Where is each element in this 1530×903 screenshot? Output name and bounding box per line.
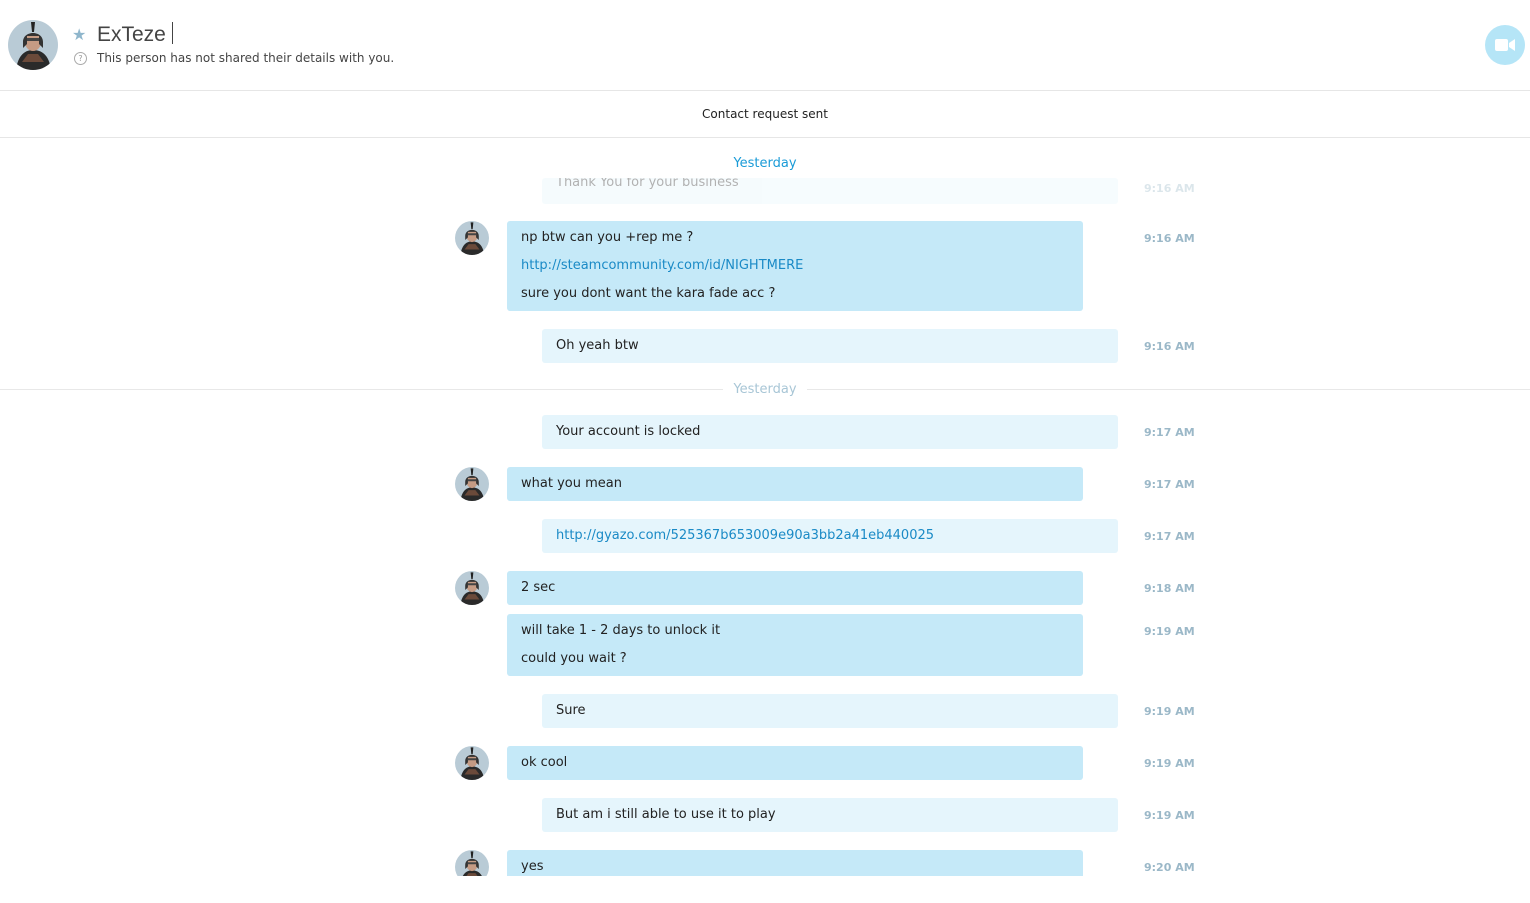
message-text: yes: [521, 859, 544, 874]
conversation-header: ★ ExTeze ? This person has not shared th…: [0, 0, 1530, 91]
message-link[interactable]: http://steamcommunity.com/id/NIGHTMERE: [521, 252, 1069, 280]
contact-request-banner: Contact request sent: [0, 91, 1530, 138]
message-time: 9:19 AM: [1144, 625, 1195, 638]
message-text: np btw can you +rep me ?: [521, 230, 694, 245]
message-bubble-received[interactable]: np btw can you +rep me ? http://steamcom…: [507, 221, 1083, 311]
sender-avatar[interactable]: [455, 221, 489, 255]
message-text: Oh yeah btw: [556, 338, 639, 353]
contact-request-text: Contact request sent: [702, 107, 828, 121]
video-call-button[interactable]: [1485, 25, 1525, 65]
message-text: But am i still able to use it to play: [556, 807, 776, 822]
contact-name[interactable]: ExTeze: [97, 22, 173, 47]
message-time: 9:17 AM: [1144, 426, 1195, 439]
message-text: Sure: [556, 703, 586, 718]
message-text: 2 sec: [521, 580, 556, 595]
help-icon[interactable]: ?: [74, 52, 87, 65]
text-caret: [171, 22, 173, 44]
message-bubble-received[interactable]: yes: [507, 850, 1083, 876]
message-time: 9:16 AM: [1144, 232, 1195, 245]
sender-avatar[interactable]: [455, 467, 489, 501]
message-bubble-received[interactable]: what you mean: [507, 467, 1083, 501]
day-separator: Yesterday: [0, 156, 1530, 171]
message-bubble-received[interactable]: will take 1 - 2 days to unlock it could …: [507, 614, 1083, 676]
message-time: 9:19 AM: [1144, 757, 1195, 770]
contact-name-text: ExTeze: [97, 23, 166, 46]
sender-avatar[interactable]: [455, 746, 489, 780]
message-text: ok cool: [521, 755, 568, 770]
day-label: Yesterday: [723, 382, 807, 397]
message-bubble-sent[interactable]: Sure: [542, 694, 1118, 728]
message-time: 9:19 AM: [1144, 705, 1195, 718]
day-separator: Yesterday: [0, 382, 1530, 397]
message-time: 9:20 AM: [1144, 861, 1195, 874]
message-text: what you mean: [521, 476, 622, 491]
message-text: sure you dont want the kara fade acc ?: [521, 286, 776, 301]
sender-avatar[interactable]: [455, 850, 489, 876]
message-time: 9:18 AM: [1144, 582, 1195, 595]
contact-avatar[interactable]: [8, 20, 58, 70]
contact-status-text: This person has not shared their details…: [97, 51, 395, 65]
message-bubble-sent[interactable]: Oh yeah btw: [542, 329, 1118, 363]
message-bubble-received[interactable]: ok cool: [507, 746, 1083, 780]
message-bubble-sent[interactable]: Your account is locked: [542, 415, 1118, 449]
message-bubble-sent[interactable]: But am i still able to use it to play: [542, 798, 1118, 832]
message-time: 9:17 AM: [1144, 478, 1195, 491]
message-time: 9:16 AM: [1144, 182, 1195, 195]
message-list[interactable]: Yesterday Thank You for your business 9:…: [0, 138, 1530, 876]
message-time: 9:16 AM: [1144, 340, 1195, 353]
message-link[interactable]: http://gyazo.com/525367b653009e90a3bb2a4…: [556, 522, 1104, 550]
message-text: could you wait ?: [521, 651, 627, 666]
sender-avatar[interactable]: [455, 571, 489, 605]
message-bubble-sent[interactable]: http://gyazo.com/525367b653009e90a3bb2a4…: [542, 519, 1118, 553]
message-bubble-sent[interactable]: Thank You for your business: [542, 178, 1118, 204]
message-text: Your account is locked: [556, 424, 701, 439]
day-label: Yesterday: [733, 156, 797, 171]
message-text: Thank You for your business: [556, 178, 739, 190]
star-icon[interactable]: ★: [72, 27, 86, 43]
message-text: will take 1 - 2 days to unlock it: [521, 623, 721, 638]
message-time: 9:19 AM: [1144, 809, 1195, 822]
message-time: 9:17 AM: [1144, 530, 1195, 543]
message-bubble-received[interactable]: 2 sec: [507, 571, 1083, 605]
video-camera-icon: [1495, 39, 1515, 51]
